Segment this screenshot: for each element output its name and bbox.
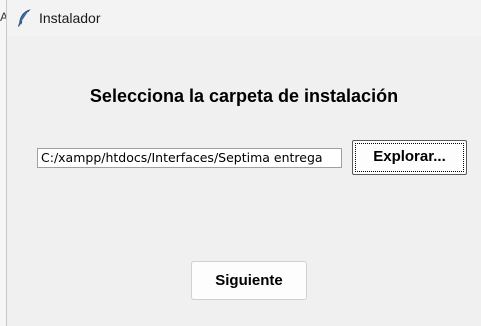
feather-icon	[17, 9, 31, 27]
installer-window: Instalador Selecciona la carpeta de inst…	[6, 0, 481, 326]
title-bar[interactable]: Instalador	[7, 0, 481, 36]
browse-button[interactable]: Explorar...	[352, 140, 467, 175]
page-heading: Selecciona la carpeta de instalación	[89, 86, 399, 106]
next-button[interactable]: Siguiente	[191, 261, 307, 300]
install-path-input[interactable]: C:/xampp/htdocs/Interfaces/Septima entre…	[37, 148, 342, 168]
window-title: Instalador	[39, 10, 101, 26]
